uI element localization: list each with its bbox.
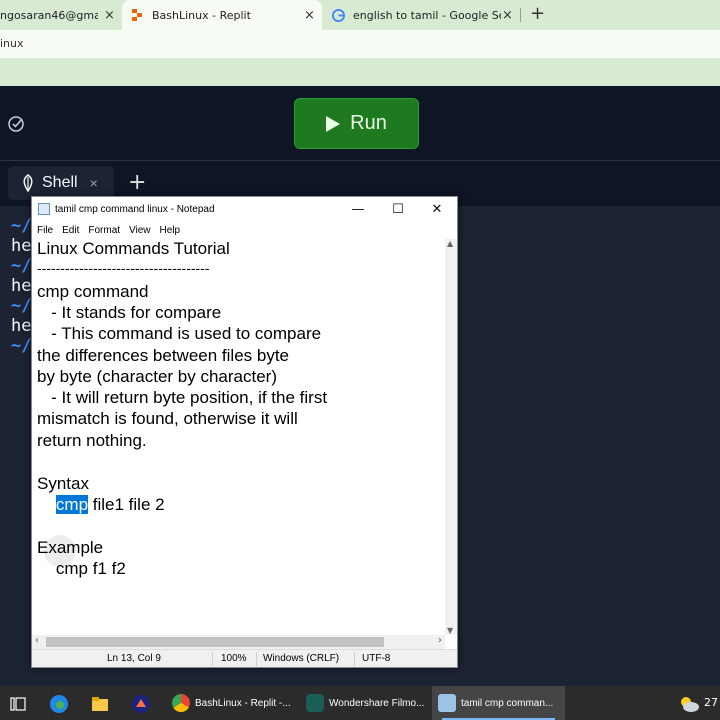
menu-format[interactable]: Format	[88, 225, 120, 236]
shell-icon	[18, 173, 38, 193]
address-bar[interactable]: inux	[0, 30, 720, 58]
taskbar-app-chrome[interactable]: BashLinux - Replit -...	[166, 686, 296, 720]
scrollbar-thumb[interactable]	[46, 637, 384, 647]
text-line: return nothing.	[37, 431, 147, 450]
text-line: cmp f1 f2	[37, 559, 126, 578]
text-line: Example	[37, 538, 104, 557]
window-title: tamil cmp command linux - Notepad	[55, 203, 215, 215]
cursor-position: Ln 13, Col 9	[107, 653, 161, 664]
encoding: UTF-8	[362, 653, 391, 664]
chrome-icon	[172, 694, 190, 712]
url-text: inux	[0, 37, 24, 50]
notepad-window[interactable]: tamil cmp command linux - Notepad — ☐ ✕ …	[31, 196, 458, 668]
browser-tab-strip: ngosaran46@gmail.co × BashLinux - Replit…	[0, 0, 720, 30]
terminal-line: ~/	[11, 216, 32, 236]
text-line: mismatch is found, otherwise it will	[37, 409, 298, 428]
menu-edit[interactable]: Edit	[62, 225, 79, 236]
tab-separator	[520, 8, 521, 22]
notepad-icon	[438, 694, 456, 712]
filmora-icon	[306, 694, 324, 712]
taskbar-app-filmora[interactable]: Wondershare Filmo...	[300, 686, 428, 720]
text-line: the differences between files byte	[37, 346, 290, 365]
notepad-icon	[38, 203, 50, 215]
browser-tab-replit[interactable]: BashLinux - Replit ×	[122, 0, 322, 30]
edge-icon[interactable]	[49, 694, 69, 714]
notepad-menu-bar: File Edit Format View Help	[32, 221, 457, 239]
text-line: - This command is used to compare	[37, 324, 322, 343]
close-icon[interactable]: ×	[104, 8, 115, 23]
bookmarks-bar	[0, 58, 720, 86]
minimize-button[interactable]: —	[338, 197, 378, 221]
maximize-button[interactable]: ☐	[378, 197, 418, 221]
play-icon	[326, 115, 341, 132]
syntax-line: cmp file1 file 2	[37, 495, 165, 515]
text-line: - It stands for compare	[37, 303, 222, 322]
terminal-line: he	[11, 276, 32, 296]
new-tab-button[interactable]: +	[530, 3, 545, 24]
text-line: -------------------------------------	[37, 260, 210, 276]
browser-tab-gmail[interactable]: ngosaran46@gmail.co ×	[0, 0, 122, 30]
close-icon[interactable]: ×	[502, 8, 513, 23]
terminal-line: ~/	[11, 256, 32, 276]
file-explorer-icon[interactable]	[90, 694, 110, 714]
tab-shell[interactable]: Shell ×	[8, 166, 114, 200]
zoom-level: 100%	[221, 653, 247, 664]
add-tab-button[interactable]: +	[128, 170, 146, 195]
app-icon[interactable]	[131, 694, 151, 714]
menu-file[interactable]: File	[37, 225, 53, 236]
google-favicon-icon	[332, 8, 345, 22]
check-circle-icon[interactable]	[6, 114, 26, 134]
line-ending: Windows (CRLF)	[263, 653, 340, 664]
taskbar: BashLinux - Replit -... Wondershare Film…	[0, 686, 720, 720]
terminal-line: ~/	[11, 336, 32, 356]
text-line: cmp command	[37, 282, 149, 301]
browser-tab-google[interactable]: english to tamil - Google Search ×	[322, 0, 522, 30]
selected-text: cmp	[55, 495, 89, 514]
task-view-icon[interactable]	[8, 694, 28, 714]
syntax-rest: file1 file 2	[88, 495, 165, 514]
run-button[interactable]: Run	[294, 98, 419, 149]
scroll-left-icon[interactable]: ‹	[35, 635, 39, 646]
run-label: Run	[350, 112, 387, 134]
terminal-line: he	[11, 316, 32, 336]
text-line: by byte (character by character)	[37, 367, 277, 386]
horizontal-scrollbar[interactable]: ‹ ›	[32, 635, 445, 649]
terminal-line: he	[11, 236, 32, 256]
syntax-indent	[37, 495, 56, 514]
taskbar-app-label: BashLinux - Replit -...	[195, 697, 291, 709]
tab-title: english to tamil - Google Search	[353, 8, 501, 22]
menu-help[interactable]: Help	[160, 225, 181, 236]
scroll-right-icon[interactable]: ›	[438, 635, 442, 646]
text-line: Linux Commands Tutorial	[37, 239, 230, 258]
taskbar-app-label: Wondershare Filmo...	[329, 697, 425, 709]
status-divider	[354, 652, 355, 666]
text-line: Syntax	[37, 474, 89, 493]
close-icon[interactable]: ×	[90, 175, 98, 191]
taskbar-app-notepad[interactable]: tamil cmp comman...	[432, 686, 565, 720]
temperature: 27	[704, 696, 718, 709]
status-divider	[212, 652, 213, 666]
tab-title: BashLinux - Replit	[152, 8, 251, 22]
tab-title: ngosaran46@gmail.co	[0, 8, 98, 22]
close-button[interactable]: ✕	[417, 197, 457, 221]
scroll-up-icon[interactable]: ▲	[447, 239, 453, 248]
status-divider	[256, 652, 257, 666]
menu-view[interactable]: View	[129, 225, 151, 236]
status-bar: Ln 13, Col 9 100% Windows (CRLF) UTF-8	[32, 649, 457, 667]
taskbar-app-label: tamil cmp comman...	[461, 697, 554, 709]
close-icon[interactable]: ×	[304, 8, 315, 23]
scroll-down-icon[interactable]: ▼	[447, 626, 453, 635]
text-line: - It will return byte position, if the f…	[37, 388, 328, 407]
weather-icon[interactable]	[678, 694, 699, 714]
replit-favicon-icon	[132, 9, 144, 21]
terminal-line: ~/	[11, 296, 32, 316]
notepad-text-area[interactable]: Linux Commands Tutorial ----------------…	[32, 239, 444, 635]
vertical-scrollbar[interactable]: ▲ ▼	[445, 239, 457, 635]
shell-tab-label: Shell	[42, 174, 78, 191]
